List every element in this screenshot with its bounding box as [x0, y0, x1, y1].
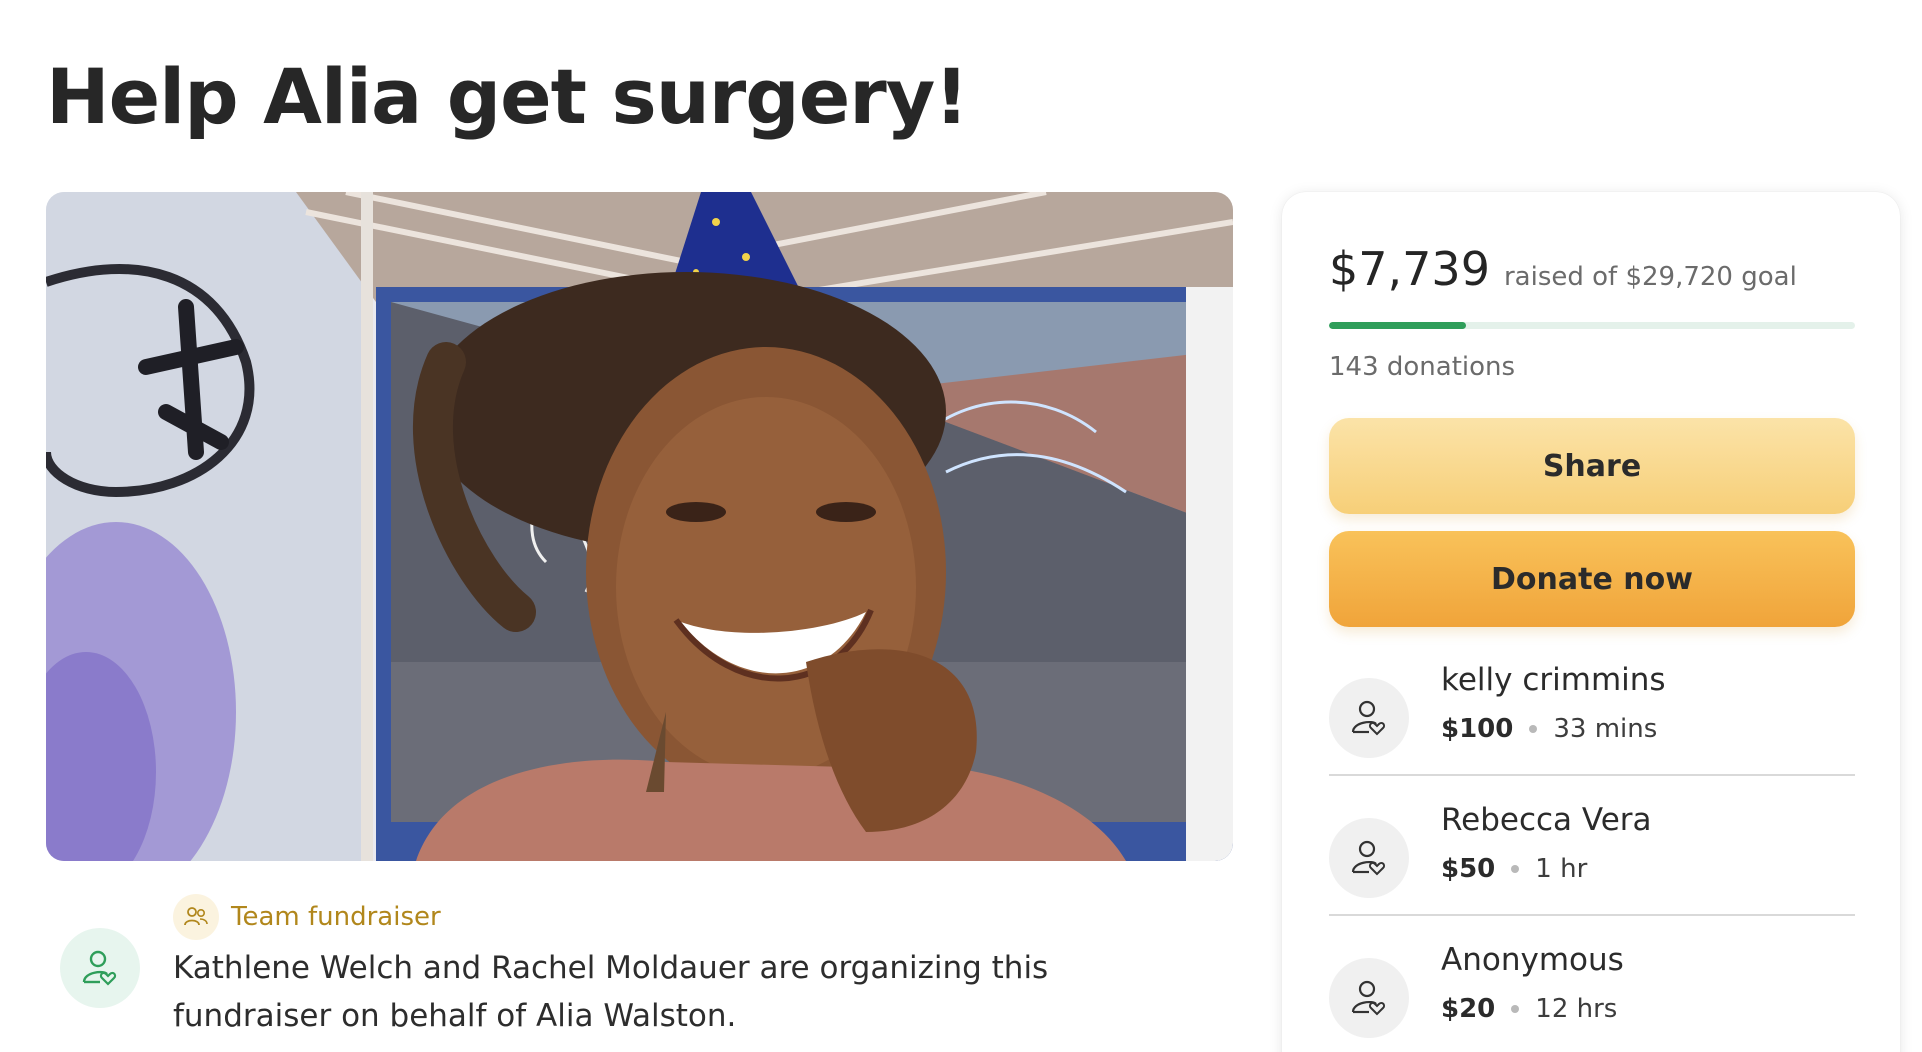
donor-time: 33 mins	[1553, 714, 1658, 744]
progress-bar	[1329, 322, 1855, 329]
divider	[1329, 774, 1855, 776]
user-heart-icon	[82, 950, 117, 986]
fundraiser-photo[interactable]	[46, 192, 1233, 861]
user-heart-icon	[1351, 840, 1386, 876]
donor-name: Anonymous	[1441, 942, 1624, 978]
donor-meta: $100 33 mins	[1441, 714, 1657, 744]
organizer-avatar[interactable]	[60, 928, 140, 1008]
donate-now-button[interactable]: Donate now	[1329, 531, 1855, 627]
donor-name: kelly crimmins	[1441, 662, 1666, 698]
donor-amount: $50	[1441, 854, 1496, 884]
separator-dot	[1511, 865, 1520, 873]
page-title: Help Alia get surgery!	[46, 52, 969, 141]
donor-item[interactable]: kelly crimmins $100 33 mins	[1329, 662, 1855, 802]
donor-name: Rebecca Vera	[1441, 802, 1652, 838]
separator-dot	[1511, 1005, 1520, 1013]
donor-amount: $100	[1441, 714, 1514, 744]
raised-summary: $7,739 raised of $29,720 goal	[1329, 242, 1797, 296]
donor-time: 1 hr	[1535, 854, 1588, 884]
donor-avatar	[1329, 818, 1409, 898]
divider	[1329, 914, 1855, 916]
donor-item[interactable]: Anonymous $20 12 hrs	[1329, 942, 1855, 1052]
goal-text: raised of $29,720 goal	[1503, 262, 1797, 292]
organizer-description: Kathlene Welch and Rachel Moldauer are o…	[173, 950, 1049, 1034]
raised-amount: $7,739	[1329, 242, 1490, 296]
donation-card: $7,739 raised of $29,720 goal 143 donati…	[1282, 192, 1900, 1052]
user-heart-icon	[1351, 980, 1386, 1016]
progress-fill	[1329, 322, 1466, 329]
donations-count[interactable]: 143 donations	[1329, 352, 1515, 382]
team-fundraiser-badge: Team fundraiser	[173, 892, 441, 942]
share-button[interactable]: Share	[1329, 418, 1855, 514]
fundraiser-page: Help Alia get surgery! Team fundraiser K…	[0, 0, 1922, 1052]
team-icon	[173, 894, 219, 940]
user-heart-icon	[1351, 700, 1386, 736]
donor-time: 12 hrs	[1535, 994, 1618, 1024]
donor-avatar	[1329, 958, 1409, 1038]
donor-item[interactable]: Rebecca Vera $50 1 hr	[1329, 802, 1855, 942]
donor-avatar	[1329, 678, 1409, 758]
donor-meta: $20 12 hrs	[1441, 994, 1617, 1024]
donor-meta: $50 1 hr	[1441, 854, 1587, 884]
separator-dot	[1529, 725, 1538, 733]
team-fundraiser-label: Team fundraiser	[231, 902, 441, 932]
donor-amount: $20	[1441, 994, 1496, 1024]
